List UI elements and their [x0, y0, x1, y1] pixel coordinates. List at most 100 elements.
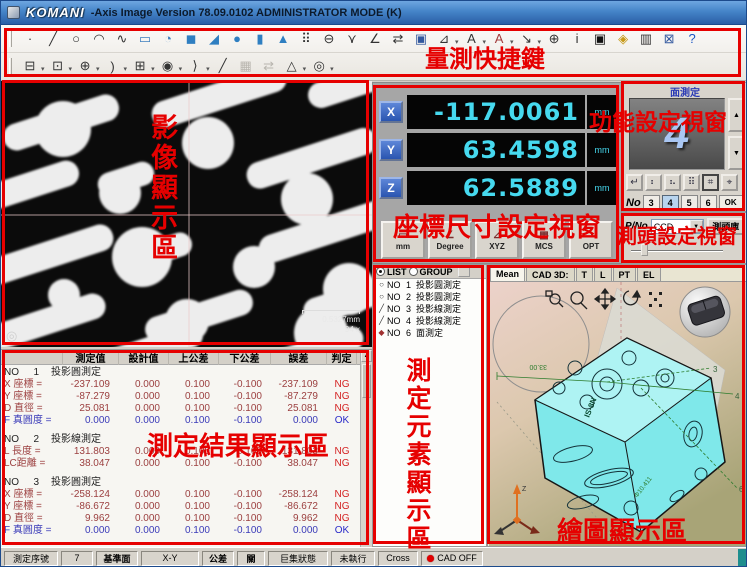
list-radio[interactable] [376, 267, 385, 276]
cylinder-measure-icon[interactable]: ▮ [250, 29, 270, 49]
dropdown-caret-icon[interactable]: ▾ [124, 65, 128, 73]
titlebar[interactable]: KOMANI -Axis Image Version 78.09.0102 AD… [1, 1, 747, 25]
curve-measure-icon[interactable]: ∿ [112, 29, 132, 49]
polygon-tool-icon[interactable]: △ [282, 56, 302, 76]
list-item[interactable]: ╱NO4投影線測定 [373, 315, 486, 327]
two-point-icon[interactable]: ⠆ [645, 174, 662, 191]
tab-t[interactable]: T [576, 267, 594, 281]
probe-select[interactable]: CCD ▼ [651, 219, 704, 234]
spin-down-button[interactable]: ▼ [728, 136, 745, 170]
bw-image-icon[interactable]: ▣ [590, 29, 610, 49]
dropdown-caret-icon[interactable]: ▾ [151, 65, 155, 73]
tab-el[interactable]: EL [637, 267, 661, 281]
plane-measure-icon[interactable]: ◢ [204, 29, 224, 49]
spin-up-button[interactable]: ▲ [728, 98, 745, 132]
list-item[interactable]: ○NO1投影圓測定 [373, 279, 486, 291]
table-row[interactable]: X 座標 =-258.1240.0000.100-0.100-258.124NG [1, 489, 372, 501]
axes-xyz-button[interactable]: ⊿XYZ [475, 221, 519, 259]
transform-icon[interactable]: ⇄ [388, 29, 408, 49]
opt-button[interactable]: ◔OPT [569, 221, 613, 259]
swap-tool-icon[interactable]: ⇄ [259, 56, 279, 76]
notch-measure-icon[interactable]: ◔ [158, 29, 178, 49]
line-measure-icon[interactable]: ╱ [43, 29, 63, 49]
text-label-icon[interactable]: A [489, 29, 509, 49]
table-row[interactable]: F 真圓度 =0.0000.0000.100-0.1000.000OK [1, 525, 372, 537]
graph-icon[interactable]: ⊿ [434, 29, 454, 49]
circle-target-icon[interactable]: ⊕ [75, 56, 95, 76]
table-row[interactable]: LC距離 =38.0470.0000.100-0.10038.047NG [1, 458, 372, 470]
axis-z-button[interactable]: Z [379, 177, 403, 199]
tab-cad-3d-[interactable]: CAD 3D: [526, 267, 575, 281]
slot-measure-icon[interactable]: ▭ [135, 29, 155, 49]
cube-measure-icon[interactable]: ◼ [181, 29, 201, 49]
no-button-4[interactable]: 4 [662, 195, 679, 210]
square-target-icon[interactable]: ⊡ [48, 56, 68, 76]
tolerance-icon[interactable]: ◈ [613, 29, 633, 49]
three-point-icon[interactable]: ⠦ [664, 174, 681, 191]
dropdown-caret-icon[interactable]: ▾ [455, 38, 459, 46]
multi-point-icon[interactable]: ⠿ [683, 174, 700, 191]
table-row[interactable]: Y 座標 =-86.6720.0000.100-0.100-86.672NG [1, 501, 372, 513]
tab-mean[interactable]: Mean [490, 266, 525, 281]
help-icon[interactable]: ? [682, 29, 702, 49]
table-row[interactable]: Y 座標 =-87.2790.0000.100-0.100-87.279NG [1, 391, 372, 403]
dropdown-caret-icon[interactable]: ▾ [69, 65, 73, 73]
keypad-icon[interactable]: ⌗ [702, 174, 719, 191]
measure-label-icon[interactable]: A [462, 29, 482, 49]
sphere-target-icon[interactable]: ◉ [158, 56, 178, 76]
recall-icon[interactable]: ▣ [411, 29, 431, 49]
cad-drawing-area[interactable]: 33.00 Φ10.411 IS-8N 3 4 6 [489, 282, 746, 546]
arc-measure-icon[interactable]: ◠ [89, 29, 109, 49]
probe-library-button[interactable]: 測頭庫 [707, 218, 745, 235]
table-row[interactable]: D 直徑 =25.0810.0000.100-0.10025.081NG [1, 403, 372, 415]
dropdown-caret-icon[interactable]: ▾ [510, 38, 514, 46]
table-row[interactable]: L 長度 =131.8030.0000.100-0.100131.803NG [1, 446, 372, 458]
tab-l[interactable]: L [594, 267, 612, 281]
export-icon[interactable]: ↘ [517, 29, 537, 49]
dropdown-caret-icon[interactable]: ▾ [179, 65, 183, 73]
intersection-icon[interactable]: ⋎ [342, 29, 362, 49]
list-item[interactable]: ╱NO3投影線測定 [373, 303, 486, 315]
pitch-measure-icon[interactable]: ⊞ [130, 56, 150, 76]
slider-thumb[interactable] [641, 244, 648, 256]
exit-icon[interactable]: ⊠ [659, 29, 679, 49]
list-item[interactable]: ◆NO6面測定 [373, 327, 486, 339]
no-button-3[interactable]: 3 [643, 195, 660, 210]
box-tool-icon[interactable]: ▦ [236, 56, 256, 76]
probe-icon[interactable]: ⌖ [721, 174, 738, 191]
angle-icon[interactable]: ∠ [365, 29, 385, 49]
circle-measure-icon[interactable]: ○ [66, 29, 86, 49]
image-display-area[interactable]: 0.5327mm 94 x ◎ [1, 81, 372, 347]
table-row[interactable]: X 座標 =-237.1090.0000.100-0.100-237.109NG [1, 379, 372, 391]
dropdown-caret-icon[interactable]: ▾ [96, 65, 100, 73]
dropdown-caret-icon[interactable]: ▾ [303, 65, 307, 73]
line-target-icon[interactable]: ╱ [213, 56, 233, 76]
group-radio[interactable] [409, 267, 418, 276]
arc-target-icon[interactable]: ) [103, 56, 123, 76]
scroll-up-icon[interactable]: ▲ [361, 350, 372, 362]
mcs-button[interactable]: ▦MCS [522, 221, 566, 259]
dropdown-caret-icon[interactable]: ▾ [206, 65, 210, 73]
axis-x-button[interactable]: X [379, 101, 403, 123]
origin-icon[interactable]: ⊕ [544, 29, 564, 49]
dropdown-caret-icon[interactable]: ▾ [330, 65, 334, 73]
table-row[interactable]: D 直徑 =9.9620.0000.100-0.1009.962NG [1, 513, 372, 525]
width-measure-icon[interactable]: ⊟ [20, 56, 40, 76]
results-scrollbar[interactable]: ▲ [360, 350, 372, 547]
element-list-option-button[interactable] [458, 266, 470, 277]
point-measure-icon[interactable]: · [20, 29, 40, 49]
no-button-6[interactable]: 6 [700, 195, 717, 210]
report-icon[interactable]: ▥ [636, 29, 656, 49]
rotate-target-icon[interactable]: ◎ [309, 56, 329, 76]
unit-mm-button[interactable]: ▭mm [381, 221, 425, 259]
enter-icon[interactable]: ↵ [626, 174, 643, 191]
vee-target-icon[interactable]: ⟩ [185, 56, 205, 76]
ok-button[interactable]: OK [719, 195, 743, 210]
toolbar-grip[interactable] [9, 31, 12, 47]
unit-degree-button[interactable]: ∠Degree [428, 221, 472, 259]
dropdown-arrow-icon[interactable]: ▼ [690, 220, 703, 233]
tab-pt[interactable]: PT [613, 267, 637, 281]
list-item[interactable]: ○NO2投影圓測定 [373, 291, 486, 303]
dropdown-caret-icon[interactable]: ▾ [538, 38, 542, 46]
nav-orb-icon[interactable] [680, 287, 730, 337]
